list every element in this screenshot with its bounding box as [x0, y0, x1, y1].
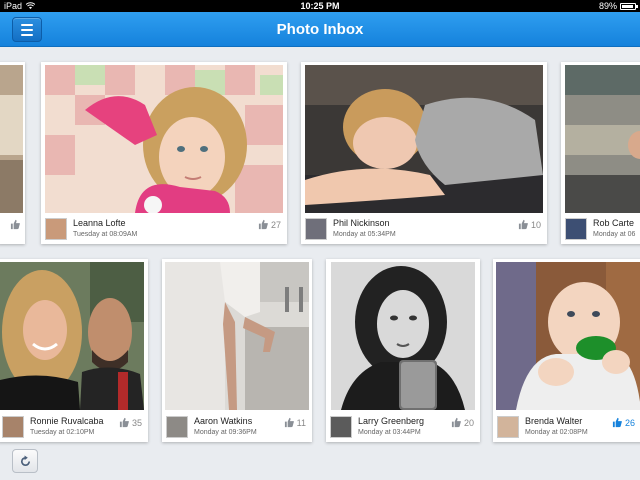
status-right: 89%	[598, 0, 638, 12]
avatar[interactable]	[2, 416, 24, 438]
like-count: 27	[270, 219, 281, 230]
card-footer	[0, 214, 25, 244]
avatar[interactable]	[305, 218, 327, 240]
author-name[interactable]: Brenda Walter	[525, 416, 582, 426]
avatar[interactable]	[166, 416, 188, 438]
menu-button[interactable]	[12, 17, 42, 42]
photo[interactable]	[0, 262, 144, 410]
photo-card[interactable]: Ronnie Ruvalcaba Tuesday at 02:10PM 35	[0, 259, 148, 442]
photo-card[interactable]: Phil Nickinson Monday at 05:34PM 10	[301, 62, 547, 244]
battery-percent: 89%	[598, 1, 617, 11]
thumbs-up-icon	[10, 219, 20, 230]
like-button[interactable]: 11	[284, 417, 306, 428]
thumbs-up-icon	[119, 417, 129, 428]
status-bar: iPad 10:25 PM 89%	[0, 0, 640, 12]
avatar[interactable]	[45, 218, 67, 240]
photo-card[interactable]: Rob Carte Monday at 06	[561, 62, 640, 244]
avatar[interactable]	[565, 218, 587, 240]
avatar[interactable]	[330, 416, 352, 438]
author-name[interactable]: Larry Greenberg	[358, 416, 424, 426]
photo[interactable]	[0, 65, 23, 213]
card-footer: Larry Greenberg Monday at 03:44PM 20	[326, 412, 480, 442]
post-time: Monday at 03:44PM	[358, 429, 421, 436]
photo[interactable]	[331, 262, 475, 410]
refresh-icon	[20, 454, 30, 466]
thumbs-up-icon	[258, 219, 268, 230]
photo[interactable]	[165, 262, 309, 410]
post-time: Monday at 02:08PM	[525, 429, 588, 436]
hamburger-icon	[21, 23, 33, 36]
card-footer: Leanna Lofte Tuesday at 08:09AM 27	[41, 214, 287, 244]
post-time: Monday at 06	[593, 231, 636, 238]
photo[interactable]	[305, 65, 543, 213]
like-count: 20	[463, 417, 474, 428]
like-count: 35	[131, 417, 142, 428]
like-button[interactable]	[10, 219, 21, 230]
card-footer: Ronnie Ruvalcaba Tuesday at 02:10PM 35	[0, 412, 148, 442]
author-name[interactable]: Leanna Lofte	[73, 218, 126, 228]
photo-card[interactable]: Larry Greenberg Monday at 03:44PM 20	[326, 259, 480, 442]
author-name[interactable]: Rob Carte	[593, 218, 634, 228]
photo[interactable]	[496, 262, 640, 410]
post-time: Tuesday at 08:09AM	[73, 231, 138, 238]
like-count: 10	[530, 219, 541, 230]
like-button[interactable]: 27	[258, 219, 281, 230]
avatar[interactable]	[497, 416, 519, 438]
battery-icon	[620, 2, 638, 10]
post-time: Monday at 09:36PM	[194, 429, 257, 436]
author-name[interactable]: Phil Nickinson	[333, 218, 390, 228]
status-time: 10:25 PM	[300, 1, 340, 11]
card-footer: Phil Nickinson Monday at 05:34PM 10	[301, 214, 547, 244]
author-name[interactable]: Aaron Watkins	[194, 416, 252, 426]
like-count: 11	[296, 417, 306, 428]
like-button[interactable]: 20	[451, 417, 474, 428]
card-footer: Rob Carte Monday at 06	[561, 214, 640, 244]
thumbs-up-icon	[612, 417, 622, 428]
card-footer: Brenda Walter Monday at 02:08PM 26	[493, 412, 640, 442]
author-name[interactable]: Ronnie Ruvalcaba	[30, 416, 104, 426]
like-button[interactable]: 10	[518, 219, 541, 230]
like-button[interactable]: 35	[119, 417, 142, 428]
navigation-bar: Photo Inbox	[0, 12, 640, 47]
photo[interactable]	[565, 65, 640, 213]
thumbs-up-icon	[451, 417, 461, 428]
page-title: Photo Inbox	[276, 21, 364, 38]
photo-card[interactable]: Aaron Watkins Monday at 09:36PM 11	[162, 259, 312, 442]
photo-card[interactable]: Brenda Walter Monday at 02:08PM 26	[493, 259, 640, 442]
like-count: 26	[624, 417, 635, 428]
card-footer: Aaron Watkins Monday at 09:36PM 11	[162, 412, 312, 442]
thumbs-up-icon	[284, 417, 294, 428]
like-button[interactable]: 26	[612, 417, 635, 428]
photo-card[interactable]	[0, 62, 25, 244]
post-time: Tuesday at 02:10PM	[30, 429, 95, 436]
post-time: Monday at 05:34PM	[333, 231, 396, 238]
thumbs-up-icon	[518, 219, 528, 230]
photo[interactable]	[45, 65, 283, 213]
refresh-button[interactable]	[12, 449, 38, 473]
photo-card[interactable]: Leanna Lofte Tuesday at 08:09AM 27	[41, 62, 287, 244]
